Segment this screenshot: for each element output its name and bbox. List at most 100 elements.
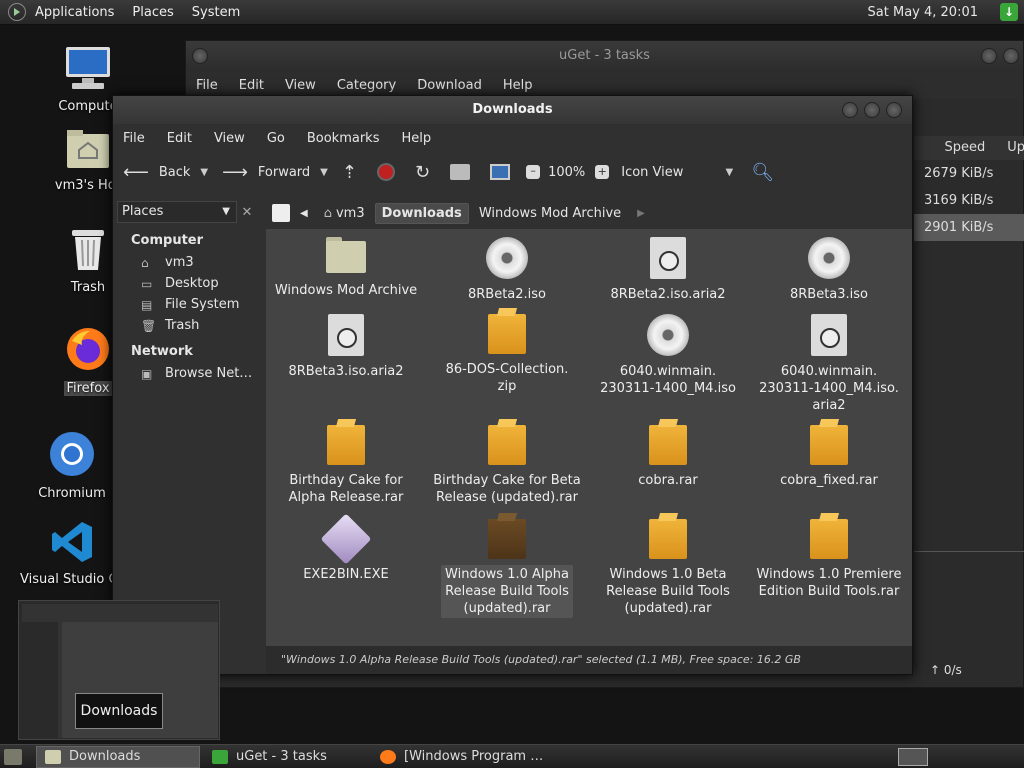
- file-item[interactable]: 8RBeta2.iso: [427, 237, 587, 304]
- zoom-out-button[interactable]: –: [526, 165, 541, 179]
- column-up[interactable]: Up: [999, 136, 1024, 160]
- uget-tray-icon[interactable]: ↓: [1000, 3, 1018, 21]
- forward-label: Forward: [257, 164, 311, 180]
- home-button[interactable]: [450, 164, 476, 180]
- downloads-window[interactable]: Downloads File Edit View Go Bookmarks He…: [112, 95, 913, 675]
- forward-button[interactable]: ⟶ Forward ▼: [222, 162, 328, 183]
- menu-view[interactable]: View: [214, 131, 245, 146]
- column-speed[interactable]: Speed: [914, 136, 999, 160]
- file-item[interactable]: cobra.rar: [588, 425, 748, 490]
- menu-bookmarks[interactable]: Bookmarks: [307, 131, 380, 146]
- file-name: cobra.rar: [638, 473, 698, 488]
- window-menu-button[interactable]: [192, 48, 208, 64]
- back-button[interactable]: ⟵ Back ▼: [123, 162, 208, 183]
- table-row[interactable]: 3169 KiB/s: [914, 187, 1024, 214]
- search-icon: 🔍︎: [751, 161, 775, 183]
- file-item[interactable]: Windows 1.0 Alpha Release Build Tools (u…: [427, 519, 587, 618]
- file-item[interactable]: 86-DOS-Collection. zip: [427, 314, 587, 396]
- maximize-button[interactable]: [864, 102, 880, 118]
- file-item[interactable]: Windows 1.0 Beta Release Build Tools (up…: [588, 519, 748, 618]
- minimize-button[interactable]: [981, 48, 997, 64]
- file-item[interactable]: 6040.winmain. 230311-1400_M4.iso. aria2: [749, 314, 909, 415]
- reload-button[interactable]: ↻: [415, 162, 436, 183]
- aria2-file-icon: [328, 314, 364, 356]
- uget-icon: [212, 749, 228, 764]
- places-selector-value: Places: [122, 204, 164, 219]
- menu-edit[interactable]: Edit: [167, 131, 192, 146]
- sidebar-item-browse-network[interactable]: ▣ Browse Net…: [113, 363, 261, 384]
- uget-menu-edit[interactable]: Edit: [239, 78, 264, 93]
- menu-file[interactable]: File: [123, 131, 145, 146]
- file-item[interactable]: EXE2BIN.EXE: [266, 513, 426, 584]
- task-firefox[interactable]: [Windows Program …: [372, 746, 572, 768]
- maximize-button[interactable]: [1003, 48, 1019, 64]
- minimize-button[interactable]: [842, 102, 858, 118]
- window-preview[interactable]: Downloads: [18, 600, 220, 740]
- breadcrumb-vm3[interactable]: ⌂ vm3: [318, 204, 371, 223]
- chevron-down-icon[interactable]: ▼: [200, 167, 208, 178]
- menu-help[interactable]: Help: [401, 131, 431, 146]
- workspace-switcher-icon[interactable]: [898, 748, 928, 766]
- sidebar-item-vm3[interactable]: ⌂ vm3: [113, 252, 261, 273]
- up-button[interactable]: ⇡: [342, 162, 363, 183]
- breadcrumb-downloads[interactable]: Downloads: [374, 202, 469, 224]
- file-item[interactable]: Birthday Cake for Alpha Release.rar: [266, 425, 426, 507]
- show-desktop-icon[interactable]: [4, 748, 22, 765]
- file-item[interactable]: Birthday Cake for Beta Release (updated)…: [427, 425, 587, 507]
- file-item[interactable]: 8RBeta2.iso.aria2: [588, 237, 748, 304]
- uget-menu-view[interactable]: View: [285, 78, 316, 93]
- status-bar: "Windows 1.0 Alpha Release Build Tools (…: [266, 646, 912, 674]
- file-item[interactable]: 8RBeta3.iso.aria2: [266, 314, 426, 381]
- search-button[interactable]: 🔍︎: [751, 162, 784, 183]
- location-bar: ◀ ⌂ vm3 Downloads Windows Mod Archive ▶: [266, 199, 912, 227]
- sidebar-item-trash[interactable]: 🗑︎ Trash: [113, 315, 261, 336]
- desktop-icon-vscode[interactable]: Visual Studio Co: [20, 520, 124, 587]
- sidebar-item-filesystem[interactable]: ▤ File System: [113, 294, 261, 315]
- desktop-icon-chromium[interactable]: Chromium: [22, 430, 122, 501]
- zoom-in-button[interactable]: +: [595, 165, 610, 179]
- places-selector[interactable]: Places ▼: [117, 201, 237, 223]
- chevron-down-icon: ▼: [725, 166, 734, 178]
- sidebar-item-label: Trash: [165, 318, 200, 333]
- uget-menu-category[interactable]: Category: [337, 78, 396, 93]
- downloads-titlebar[interactable]: Downloads: [113, 96, 912, 124]
- back-arrow-icon: ⟵: [123, 161, 149, 183]
- breadcrumb-left-arrow[interactable]: ◀: [300, 208, 308, 219]
- menu-go[interactable]: Go: [267, 131, 285, 146]
- uget-task-table: Speed Up 2679 KiB/s 3169 KiB/s 2901 KiB/…: [914, 136, 1024, 241]
- chevron-down-icon[interactable]: ▼: [320, 167, 328, 178]
- table-row[interactable]: 2679 KiB/s: [914, 160, 1024, 187]
- section-computer: Computer: [131, 233, 204, 248]
- task-downloads[interactable]: Downloads: [36, 745, 200, 768]
- distro-logo-icon[interactable]: [8, 3, 26, 21]
- close-button[interactable]: [886, 102, 902, 118]
- uget-titlebar[interactable]: uGet - 3 tasks: [186, 41, 1023, 71]
- task-label: [Windows Program …: [404, 749, 544, 764]
- uget-menu-help[interactable]: Help: [503, 78, 533, 93]
- edit-location-icon[interactable]: [272, 204, 290, 222]
- computer-button[interactable]: [490, 164, 512, 180]
- stop-button[interactable]: [376, 163, 401, 181]
- sidebar-item-desktop[interactable]: ▭ Desktop: [113, 273, 261, 294]
- aria2-file-icon: [811, 314, 847, 356]
- file-item[interactable]: 6040.winmain. 230311-1400_M4.iso: [588, 314, 748, 398]
- file-item[interactable]: cobra_fixed.rar: [749, 425, 909, 490]
- file-item[interactable]: 8RBeta3.iso: [749, 237, 909, 304]
- uget-menu-file[interactable]: File: [196, 78, 218, 93]
- breadcrumb-windows-mod-archive[interactable]: Windows Mod Archive: [473, 204, 627, 223]
- menu-applications[interactable]: Applications: [26, 5, 123, 20]
- file-name: 8RBeta2.iso: [467, 287, 547, 302]
- view-mode-select[interactable]: Icon View ▼: [621, 165, 733, 180]
- menu-places[interactable]: Places: [123, 5, 182, 20]
- task-uget[interactable]: uGet - 3 tasks: [204, 746, 368, 768]
- file-item[interactable]: Windows Mod Archive: [266, 237, 426, 300]
- archive-icon: [649, 425, 687, 465]
- breadcrumb-right-arrow[interactable]: ▶: [637, 208, 645, 219]
- close-sidebar-icon[interactable]: ✕: [237, 205, 257, 220]
- uget-menu-download[interactable]: Download: [417, 78, 482, 93]
- table-row[interactable]: 2901 KiB/s: [914, 214, 1024, 241]
- clock[interactable]: Sat May 4, 20:01: [868, 5, 978, 20]
- file-item[interactable]: Windows 1.0 Premiere Edition Build Tools…: [749, 519, 909, 601]
- file-name: Windows 1.0 Beta Release Build Tools (up…: [606, 567, 730, 616]
- menu-system[interactable]: System: [183, 5, 249, 20]
